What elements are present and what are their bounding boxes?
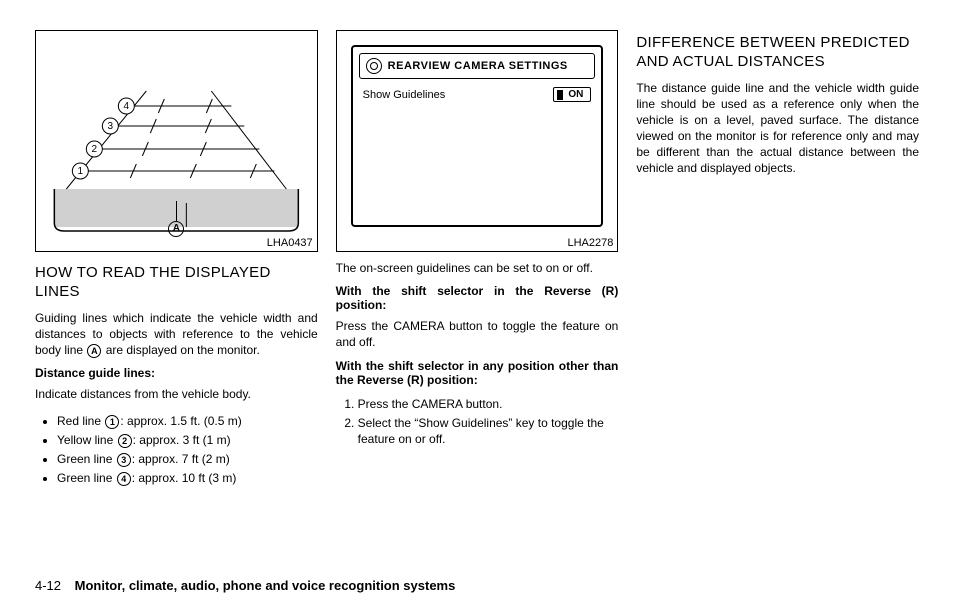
toggle-switch-icon xyxy=(557,90,563,100)
settings-panel: REARVIEW CAMERA SETTINGS Show Guidelines… xyxy=(351,45,604,227)
settings-row-show-guidelines: Show Guidelines ON xyxy=(359,85,596,104)
list-item: Select the “Show Guidelines” key to togg… xyxy=(358,416,619,447)
column-left: 1 2 3 4 xyxy=(35,30,318,568)
list-item: Red line 1: approx. 1.5 ft. (0.5 m) xyxy=(57,414,318,429)
list-item: Green line 4: approx. 10 ft (3 m) xyxy=(57,471,318,486)
column-middle: REARVIEW CAMERA SETTINGS Show Guidelines… xyxy=(336,30,619,568)
subhead-distance-guide: Distance guide lines: xyxy=(35,366,318,380)
figure-code: LHA0437 xyxy=(267,237,313,249)
manual-page: 1 2 3 4 xyxy=(0,0,954,608)
svg-text:4: 4 xyxy=(124,101,130,112)
steps-list: Press the CAMERA button. Select the “Sho… xyxy=(336,393,619,452)
chapter-title: Monitor, climate, audio, phone and voice… xyxy=(75,578,456,593)
toggle-on: ON xyxy=(553,87,591,102)
page-footer: 4-12 Monitor, climate, audio, phone and … xyxy=(35,578,919,593)
page-number: 4-12 xyxy=(35,578,61,593)
para-difference: The distance guide line and the vehicle … xyxy=(636,80,919,177)
column-right: DIFFERENCE BETWEEN PREDICTED AND ACTUAL … xyxy=(636,30,919,568)
heading-how-to-read: HOW TO READ THE DISPLAYED LINES xyxy=(35,264,318,302)
list-item: Green line 3: approx. 7 ft (2 m) xyxy=(57,452,318,467)
subhead-other-pos: With the shift selector in any position … xyxy=(336,359,619,387)
figure-settings-screen: REARVIEW CAMERA SETTINGS Show Guidelines… xyxy=(336,30,619,252)
callout-a: A xyxy=(167,201,185,237)
figure-code: LHA2278 xyxy=(567,237,613,249)
svg-text:1: 1 xyxy=(78,166,84,177)
svg-text:2: 2 xyxy=(92,144,98,155)
list-item: Yellow line 2: approx. 3 ft (1 m) xyxy=(57,433,318,448)
para-onscreen: The on-screen guidelines can be set to o… xyxy=(336,260,619,276)
gear-icon xyxy=(366,58,382,74)
para-press-camera: Press the CAMERA button to toggle the fe… xyxy=(336,318,619,350)
para-guiding-intro: Guiding lines which indicate the vehicle… xyxy=(35,310,318,359)
ref-a-inline: A xyxy=(87,344,101,358)
settings-title: REARVIEW CAMERA SETTINGS xyxy=(388,60,568,72)
figure-rearview-diagram: 1 2 3 4 xyxy=(35,30,318,252)
svg-text:3: 3 xyxy=(108,121,114,132)
distance-list: Red line 1: approx. 1.5 ft. (0.5 m) Yell… xyxy=(35,410,318,489)
subhead-reverse: With the shift selector in the Reverse (… xyxy=(336,284,619,312)
row-label: Show Guidelines xyxy=(363,89,446,101)
list-item: Press the CAMERA button. xyxy=(358,397,619,413)
para-indicate: Indicate distances from the vehicle body… xyxy=(35,386,318,402)
content-columns: 1 2 3 4 xyxy=(35,30,919,568)
heading-difference: DIFFERENCE BETWEEN PREDICTED AND ACTUAL … xyxy=(636,34,919,72)
settings-header: REARVIEW CAMERA SETTINGS xyxy=(359,53,596,79)
